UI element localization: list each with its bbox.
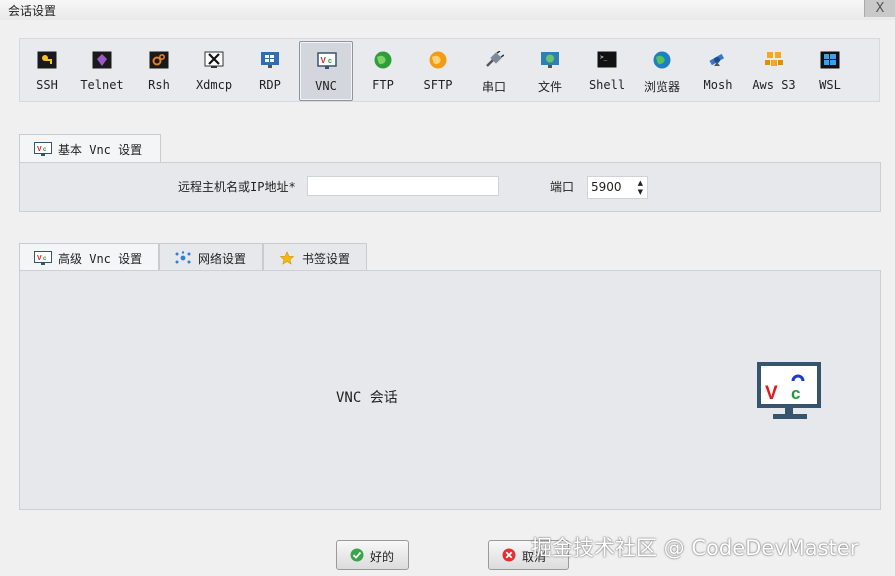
protocol-mosh-button[interactable]: Mosh: [691, 41, 745, 101]
protocol-label: Aws S3: [752, 78, 796, 92]
protocol-浏览器-button[interactable]: 浏览器: [635, 41, 689, 101]
protocol-label: FTP: [372, 78, 394, 92]
windows-monitor-icon: [261, 52, 279, 68]
tab-basic-label: 基本 Vnc 设置: [58, 143, 143, 157]
vnc-icon: V c: [34, 142, 52, 156]
tab-bookmark-settings[interactable]: 书签设置: [263, 243, 367, 271]
advanced-settings-panel: VNC 会话 V c: [19, 270, 881, 510]
host-label: 远程主机名或IP地址*: [178, 180, 296, 194]
protocol-sftp-button[interactable]: SFTP: [411, 41, 465, 101]
basic-settings-panel: 远程主机名或IP地址* 端口 5900 ▲ ▼: [19, 162, 881, 212]
svg-text:V: V: [765, 383, 778, 404]
title-bar: 会话设置 X: [0, 0, 895, 20]
terminal-icon: >_: [597, 51, 617, 68]
protocol-shell-button[interactable]: >_ Shell: [580, 41, 634, 101]
windows-logo-icon: [820, 51, 840, 69]
ok-button[interactable]: 好的: [336, 540, 409, 570]
check-icon: [350, 548, 364, 562]
gears-icon: [149, 51, 169, 69]
tab-advanced-label: 高级 Vnc 设置: [58, 252, 143, 266]
network-icon: [175, 251, 191, 264]
cancel-icon: [502, 548, 516, 562]
protocol-label: Mosh: [703, 78, 733, 92]
protocol-label: 串口: [481, 80, 506, 94]
watermark: 掘金技术社区 @ CodeDevMaster: [531, 536, 859, 560]
protocol-label: Rsh: [148, 78, 170, 92]
protocol-串口-button[interactable]: 串口: [467, 41, 521, 101]
svg-text:V: V: [37, 255, 42, 262]
satellite-icon: [709, 53, 725, 66]
protocol-label: Xdmcp: [195, 78, 233, 92]
globe-icon: [374, 51, 392, 69]
tab-bookmark-label: 书签设置: [302, 252, 351, 266]
vnc-icon: V c: [34, 251, 52, 265]
ok-label: 好的: [370, 550, 395, 564]
gem-icon: [92, 51, 112, 69]
protocol-文件-button[interactable]: 文件: [523, 41, 577, 101]
protocol-wsl-button[interactable]: WSL: [803, 41, 857, 101]
svg-text:>_: >_: [600, 54, 608, 61]
vnc-large-icon: V c: [757, 362, 821, 419]
port-stepper[interactable]: 5900 ▲ ▼: [587, 176, 648, 199]
protocol-label: Telnet: [80, 78, 124, 92]
orange-globe-icon: [429, 51, 447, 69]
protocol-xdmcp-button[interactable]: Xdmcp: [187, 41, 241, 101]
browser-globe-icon: [653, 51, 671, 69]
file-monitor-icon: [541, 52, 559, 68]
protocol-ftp-button[interactable]: FTP: [356, 41, 410, 101]
serial-plug-icon: [486, 51, 504, 67]
window-title: 会话设置: [8, 4, 57, 18]
cubes-icon: [765, 52, 783, 66]
protocol-label: 浏览器: [643, 80, 680, 94]
tab-advanced-vnc-settings[interactable]: V c 高级 Vnc 设置: [19, 243, 159, 271]
protocol-label: RDP: [259, 78, 281, 92]
port-value: 5900: [591, 180, 622, 194]
key-icon: [37, 51, 57, 69]
svg-text:c: c: [328, 58, 332, 65]
close-button[interactable]: X: [864, 0, 895, 17]
protocol-label: WSL: [819, 78, 841, 92]
tab-network-label: 网络设置: [198, 252, 247, 266]
protocol-rdp-button[interactable]: RDP: [243, 41, 297, 101]
port-label: 端口: [550, 180, 575, 194]
session-label: VNC 会话: [336, 390, 398, 406]
spin-arrows-icon[interactable]: ▲ ▼: [638, 179, 643, 197]
protocol-rsh-button[interactable]: Rsh: [132, 41, 186, 101]
tab-network-settings[interactable]: 网络设置: [159, 243, 263, 271]
protocol-telnet-button[interactable]: Telnet: [75, 41, 129, 101]
vnc-icon: Vc: [317, 52, 337, 69]
protocol-label: SSH: [36, 78, 58, 92]
protocol-label: SFTP: [423, 78, 453, 92]
protocol-label: Shell: [588, 78, 626, 92]
host-input[interactable]: [307, 176, 499, 196]
svg-text:V: V: [37, 146, 42, 153]
protocol-ssh-button[interactable]: SSH: [20, 41, 74, 101]
star-icon: [279, 251, 295, 265]
protocol-label: VNC: [315, 79, 337, 93]
svg-text:c: c: [791, 384, 800, 403]
x-icon: [204, 51, 224, 68]
protocol-label: 文件: [537, 80, 562, 94]
tab-basic-vnc-settings[interactable]: V c 基本 Vnc 设置: [19, 134, 161, 163]
protocol-vnc-button[interactable]: Vc VNC: [299, 41, 353, 101]
protocol-aws-s3-button[interactable]: Aws S3: [747, 41, 801, 101]
svg-text:V: V: [321, 56, 327, 65]
protocol-toolbar: SSH Telnet Rsh Xdmcp RDP Vc VNC FTP SFTP 串口 文件 >_ Sh…: [19, 38, 880, 102]
